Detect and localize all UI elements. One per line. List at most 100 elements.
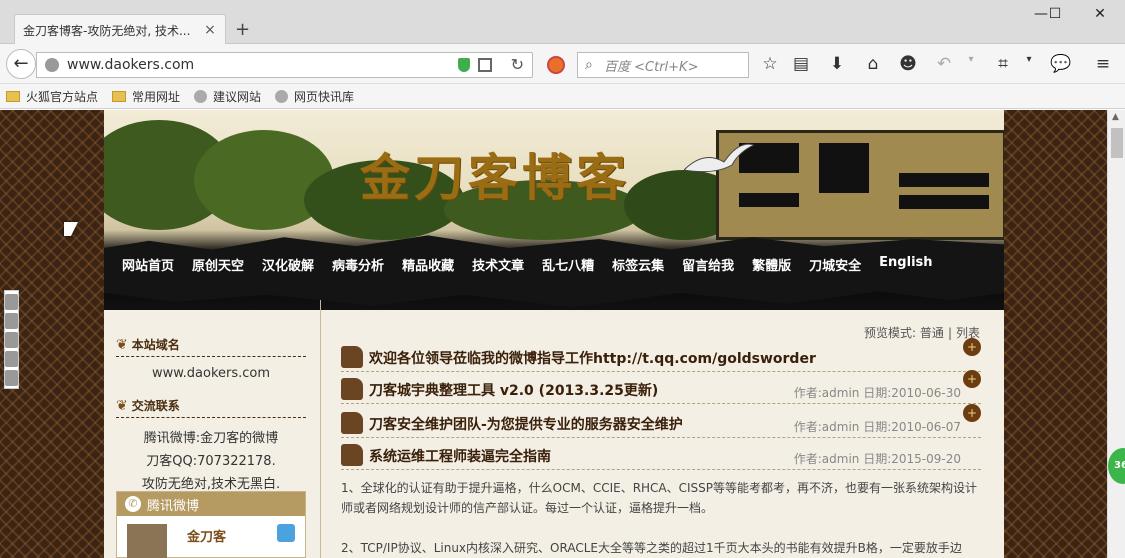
ornament-icon: ❦ <box>116 397 128 414</box>
post-item: 系统运维工程师装逼完全指南 作者:admin 日期:2015-09-20 <box>341 442 981 470</box>
sidebar-heading-domain: ❦ 本站域名 <box>116 336 306 357</box>
maximize-button[interactable]: ☐ <box>1040 6 1070 26</box>
adblock-icon[interactable] <box>547 56 565 74</box>
nav-item[interactable]: 网站首页 <box>122 255 174 274</box>
chat-icon[interactable]: 💬 <box>1050 54 1072 74</box>
sidebar: ❦ 本站域名 www.daokers.com ❦ 交流联系 腾讯微博:金刀客的微博 … <box>104 310 318 558</box>
weibo-follow-icon[interactable] <box>277 524 295 542</box>
post-item: 刀客城宇典整理工具 v2.0 (2013.3.25更新) 作者:admin 日期… <box>341 370 981 404</box>
tab-close-icon[interactable]: × <box>203 22 217 38</box>
users-icon[interactable] <box>5 332 18 348</box>
ornament-icon: ❦ <box>116 336 128 353</box>
avatar[interactable] <box>127 524 167 558</box>
nav-item[interactable]: 乱七八糟 <box>542 255 594 274</box>
browser-tab[interactable]: 金刀客博客-攻防无绝对, 技术... × <box>14 14 226 45</box>
post-paragraph: 2、TCP/IP协议、Linux内核深入研究、ORACLE大全等等之类的超过1千… <box>341 541 962 555</box>
reload-icon[interactable]: ↻ <box>511 55 524 74</box>
user-icon[interactable] <box>5 313 18 329</box>
search-input[interactable]: ⌕ 百度 <Ctrl+K> <box>577 52 749 78</box>
url-bar[interactable]: www.daokers.com ↻ <box>36 52 533 78</box>
post-icon <box>341 412 363 434</box>
tab-title: 金刀客博客-攻防无绝对, 技术... <box>23 23 191 38</box>
shield-icon[interactable] <box>458 58 470 72</box>
post-title[interactable]: 刀客安全维护团队-为您提供专业的服务器安全维护 <box>369 414 683 434</box>
undo-icon[interactable]: ↶ <box>933 54 955 74</box>
nav-item[interactable]: 刀城安全 <box>809 255 861 274</box>
nav-item[interactable]: English <box>879 255 932 274</box>
new-tab-button[interactable]: + <box>235 19 250 40</box>
scrollbar-thumb[interactable] <box>1111 128 1123 158</box>
floating-toolbar <box>4 290 19 389</box>
nav-item[interactable]: 汉化破解 <box>262 255 314 274</box>
scrollbar[interactable]: ▲ <box>1107 110 1125 558</box>
post-paragraph: 1、全球化的认证有助于提升逼格，什么OCM、CCIE、RHCA、CISSP等等能… <box>341 481 978 515</box>
weibo-name[interactable]: 金刀客 <box>187 526 226 545</box>
expand-icon[interactable]: + <box>963 370 981 388</box>
post-title[interactable]: 刀客城宇典整理工具 v2.0 (2013.3.25更新) <box>369 380 658 400</box>
globe-icon <box>45 58 59 72</box>
nav-item[interactable]: 原创天空 <box>192 255 244 274</box>
page-viewport: 金刀客博客 网站首页 原创天空 汉化破解 病毒分析 精品收藏 技术文章 乱七八糟… <box>0 110 1107 558</box>
crane-bird-image <box>682 140 756 180</box>
site-logo[interactable]: 金刀客博客 <box>360 138 630 210</box>
domain-text: www.daokers.com <box>151 366 271 381</box>
nav-item[interactable]: 标签云集 <box>612 255 664 274</box>
nav-item[interactable]: 病毒分析 <box>332 255 384 274</box>
expand-icon[interactable]: + <box>963 338 981 356</box>
bookmark-item[interactable]: 网页快讯库 <box>275 88 354 105</box>
post-title[interactable]: 欢迎各位领导莅临我的微博指导工作http://t.qq.com/goldswor… <box>369 348 816 368</box>
mode-normal-link[interactable]: 普通 <box>920 326 944 340</box>
site-banner: 金刀客博客 网站首页 原创天空 汉化破解 病毒分析 精品收藏 技术文章 乱七八糟… <box>104 110 1004 310</box>
search-icon: ⌕ <box>585 57 593 73</box>
expand-icon[interactable]: + <box>963 404 981 422</box>
bookmarks-bar: 火狐官方站点 常用网址 建议网站 网页快讯库 <box>0 84 1125 109</box>
post-meta: 作者:admin 日期:2010-06-07 <box>793 420 961 434</box>
navigation-toolbar: ← www.daokers.com ↻ ⌕ 百度 <Ctrl+K> ☆ ▤ ⬇ … <box>0 44 1125 84</box>
site-container: 金刀客博客 网站首页 原创天空 汉化破解 病毒分析 精品收藏 技术文章 乱七八糟… <box>104 110 1004 558</box>
post-item: 欢迎各位领导莅临我的微博指导工作http://t.qq.com/goldswor… <box>341 338 981 372</box>
top-icon[interactable] <box>5 294 18 310</box>
main-content: 预览模式: 普通 | 列表 欢迎各位领导莅临我的微博指导工作http://t.qq.… <box>320 300 1004 558</box>
qr-code-icon[interactable] <box>478 58 492 72</box>
bookmark-item[interactable]: 常用网址 <box>112 88 180 105</box>
post-title[interactable]: 系统运维工程师装逼完全指南 <box>369 446 551 466</box>
feed-icon[interactable] <box>5 370 18 386</box>
folder-icon <box>6 90 20 102</box>
nav-item[interactable]: 精品收藏 <box>402 255 454 274</box>
bookmark-item[interactable]: 火狐官方站点 <box>6 88 98 105</box>
view-mode: 预览模式: 普通 | 列表 <box>864 326 980 340</box>
contact-line: 刀客QQ:707322178. <box>146 454 276 469</box>
smiley-icon[interactable]: ☻ <box>897 54 919 74</box>
mouse-cursor-icon <box>64 222 78 236</box>
home-icon[interactable]: ⌂ <box>862 54 884 74</box>
bookmark-item[interactable]: 建议网站 <box>194 88 261 105</box>
post-icon <box>341 346 363 368</box>
back-button[interactable]: ← <box>6 49 36 79</box>
menu-icon[interactable]: ≡ <box>1092 54 1114 74</box>
search-placeholder: 百度 <Ctrl+K> <box>604 59 699 75</box>
bookmark-star-icon[interactable]: ☆ <box>759 54 781 74</box>
post-icon <box>341 444 363 466</box>
scroll-up-icon[interactable]: ▲ <box>1112 112 1119 122</box>
nav-item[interactable]: 留言给我 <box>682 255 734 274</box>
building-image <box>716 130 1004 240</box>
weibo-widget: ✆ 腾讯微博 金刀客 <box>116 491 306 558</box>
undo-dropdown-icon[interactable]: ▾ <box>960 54 982 65</box>
crop-icon[interactable]: ⌗ <box>992 54 1014 74</box>
sidebar-heading-contact: ❦ 交流联系 <box>116 397 306 418</box>
reading-list-icon[interactable]: ▤ <box>790 54 812 74</box>
crop-dropdown-icon[interactable]: ▾ <box>1018 54 1040 65</box>
post-meta: 作者:admin 日期:2015-09-20 <box>793 452 961 466</box>
contact-line: 腾讯微博:金刀客的微博 <box>143 431 279 446</box>
nav-item[interactable]: 技术文章 <box>472 255 524 274</box>
nav-item[interactable]: 繁體版 <box>752 255 791 274</box>
weibo-header: ✆ 腾讯微博 <box>117 492 305 516</box>
contact-line: 攻防无绝对,技术无黑白. <box>141 477 281 492</box>
title-bar: 金刀客博客-攻防无绝对, 技术... × + — ☐ ✕ <box>0 0 1125 45</box>
post-item: 刀客安全维护团队-为您提供专业的服务器安全维护 作者:admin 日期:2010… <box>341 404 981 438</box>
folder-icon <box>112 90 127 102</box>
url-text: www.daokers.com <box>67 57 195 73</box>
close-window-button[interactable]: ✕ <box>1085 6 1115 26</box>
download-icon[interactable]: ⬇ <box>826 54 848 74</box>
mail-icon[interactable] <box>5 351 18 367</box>
